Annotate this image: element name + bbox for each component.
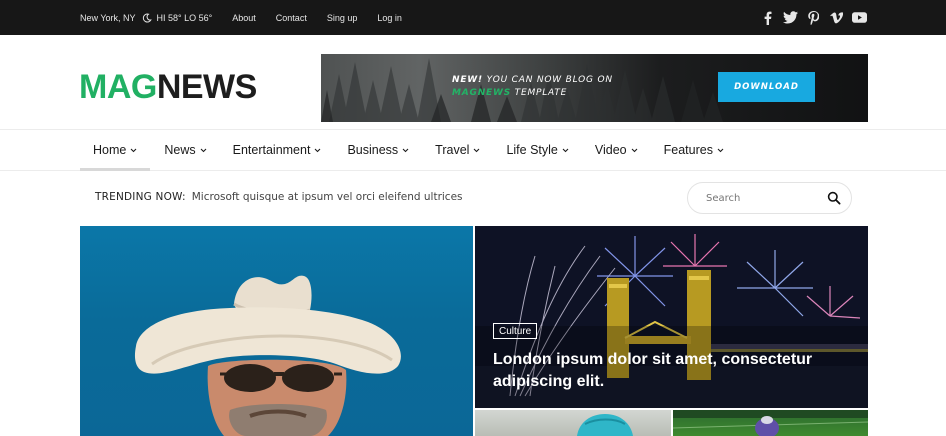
banner-text-rest: YOU CAN NOW BLOG ON: [482, 75, 613, 85]
main-nav-items: Home News Entertainment Business Travel …: [80, 130, 724, 171]
moon-icon: [142, 13, 152, 22]
nav-item-label: Home: [93, 143, 127, 157]
nav-item-business[interactable]: Business: [347, 130, 409, 170]
chevron-down-icon: [562, 148, 569, 153]
article-thumbnail[interactable]: [475, 410, 671, 436]
search-input[interactable]: [706, 191, 816, 205]
nav-item-travel[interactable]: Travel: [435, 130, 480, 170]
trending-bar: TRENDING NOW: Microsoft quisque at ipsum…: [95, 191, 463, 203]
nav-item-label: News: [164, 143, 196, 157]
nav-item-features[interactable]: Features: [664, 130, 724, 170]
weather-text: HI 58° LO 56°: [156, 12, 213, 23]
facebook-icon[interactable]: [759, 10, 775, 26]
article-headline[interactable]: London ipsum dolor sit amet, consectetur…: [493, 349, 833, 393]
top-link-contact[interactable]: Contact: [276, 13, 307, 23]
top-link-about[interactable]: About: [232, 13, 256, 23]
vimeo-icon[interactable]: [828, 10, 844, 26]
banner-text-brand: MAGNEWS: [452, 88, 511, 98]
youtube-icon[interactable]: [851, 10, 867, 26]
chevron-down-icon: [717, 148, 724, 153]
nav-item-label: Life Style: [506, 143, 558, 157]
nav-item-video[interactable]: Video: [595, 130, 638, 170]
logo-part-news: NEWS: [156, 68, 258, 106]
top-bar-left: New York, NY HI 58° LO 56° About Contact…: [80, 0, 402, 35]
featured-secondary-article[interactable]: Culture London ipsum dolor sit amet, con…: [475, 226, 868, 408]
banner-text: NEW! YOU CAN NOW BLOG ON MAGNEWS TEMPLAT…: [452, 74, 613, 100]
pinterest-icon[interactable]: [805, 10, 821, 26]
download-button[interactable]: DOWNLOAD: [718, 72, 815, 102]
main-navigation: Home News Entertainment Business Travel …: [0, 129, 946, 171]
chevron-down-icon: [200, 148, 207, 153]
banner-text-new: NEW!: [452, 75, 483, 85]
banner-text-after: TEMPLATE: [511, 88, 568, 98]
weather-widget: HI 58° LO 56°: [142, 12, 213, 23]
featured-main-article[interactable]: [80, 226, 473, 436]
search-icon[interactable]: [827, 191, 841, 205]
nav-item-news[interactable]: News: [164, 130, 206, 170]
nav-item-label: Features: [663, 143, 713, 157]
top-link-login[interactable]: Log in: [377, 13, 402, 23]
man-with-hat-image: [134, 275, 401, 436]
twitter-icon[interactable]: [782, 10, 798, 26]
trending-label: TRENDING NOW:: [95, 191, 186, 203]
sports-field-image: [673, 410, 868, 436]
top-link-signup[interactable]: Sing up: [327, 13, 358, 23]
chevron-down-icon: [130, 148, 137, 153]
location-text: New York, NY: [80, 12, 136, 23]
social-links: [752, 0, 867, 35]
chevron-down-icon: [631, 148, 638, 153]
nav-item-label: Video: [594, 143, 627, 157]
chevron-down-icon: [473, 148, 480, 153]
site-logo[interactable]: MAGNEWS: [79, 67, 257, 107]
top-bar: New York, NY HI 58° LO 56° About Contact…: [0, 0, 946, 35]
search-box: [687, 182, 852, 214]
nav-item-home[interactable]: Home: [80, 130, 151, 171]
category-tag[interactable]: Culture: [493, 323, 538, 339]
trending-headline-link[interactable]: Microsoft quisque at ipsum vel orci elei…: [192, 191, 463, 203]
nav-item-label: Travel: [435, 143, 470, 157]
nav-item-life-style[interactable]: Life Style: [506, 130, 569, 170]
chevron-down-icon: [402, 148, 409, 153]
nav-item-label: Entertainment: [232, 143, 311, 157]
helmet-image: [577, 414, 633, 436]
nav-item-entertainment[interactable]: Entertainment: [233, 130, 322, 170]
nav-item-label: Business: [347, 143, 399, 157]
chevron-down-icon: [314, 148, 321, 153]
article-thumbnail[interactable]: [673, 410, 868, 436]
logo-part-mag: MAG: [79, 68, 157, 106]
header-banner-ad[interactable]: NEW! YOU CAN NOW BLOG ON MAGNEWS TEMPLAT…: [321, 54, 868, 122]
